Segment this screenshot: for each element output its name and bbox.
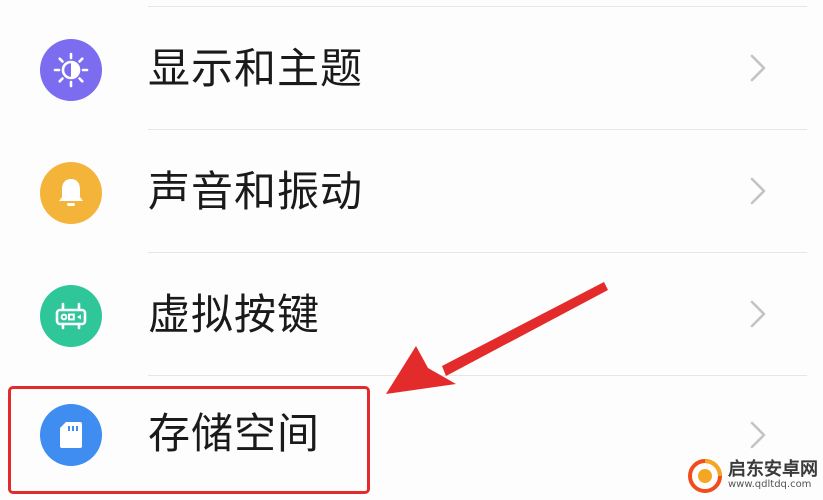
settings-item-label: 虚拟按键: [148, 290, 321, 339]
settings-item-label: 声音和振动: [148, 167, 364, 216]
settings-item-label: 显示和主题: [148, 44, 364, 93]
display-theme-icon: [40, 39, 102, 101]
bell-icon: [40, 162, 102, 224]
watermark-title: 启东安卓网: [728, 459, 818, 481]
virtual-keys-icon: [40, 285, 102, 347]
watermark-url: www.qdltdq.com: [728, 479, 812, 491]
chevron-right-icon: [750, 54, 766, 82]
settings-screen: 显示和主题 声音和振动 虚拟按键 存储空间 启东安卓网 www.qdltdq.c…: [0, 0, 823, 500]
red-arrow-annotation: [386, 282, 608, 394]
chevron-right-icon: [750, 421, 766, 449]
watermark: 启东安卓网 www.qdltdq.com: [688, 452, 823, 500]
settings-item-sound-vibration[interactable]: 声音和振动: [0, 130, 823, 253]
settings-item-display-theme[interactable]: 显示和主题: [0, 7, 823, 130]
chevron-right-icon: [750, 177, 766, 205]
chevron-right-icon: [750, 300, 766, 328]
watermark-logo-icon: [688, 459, 722, 493]
highlight-box: [8, 386, 370, 494]
